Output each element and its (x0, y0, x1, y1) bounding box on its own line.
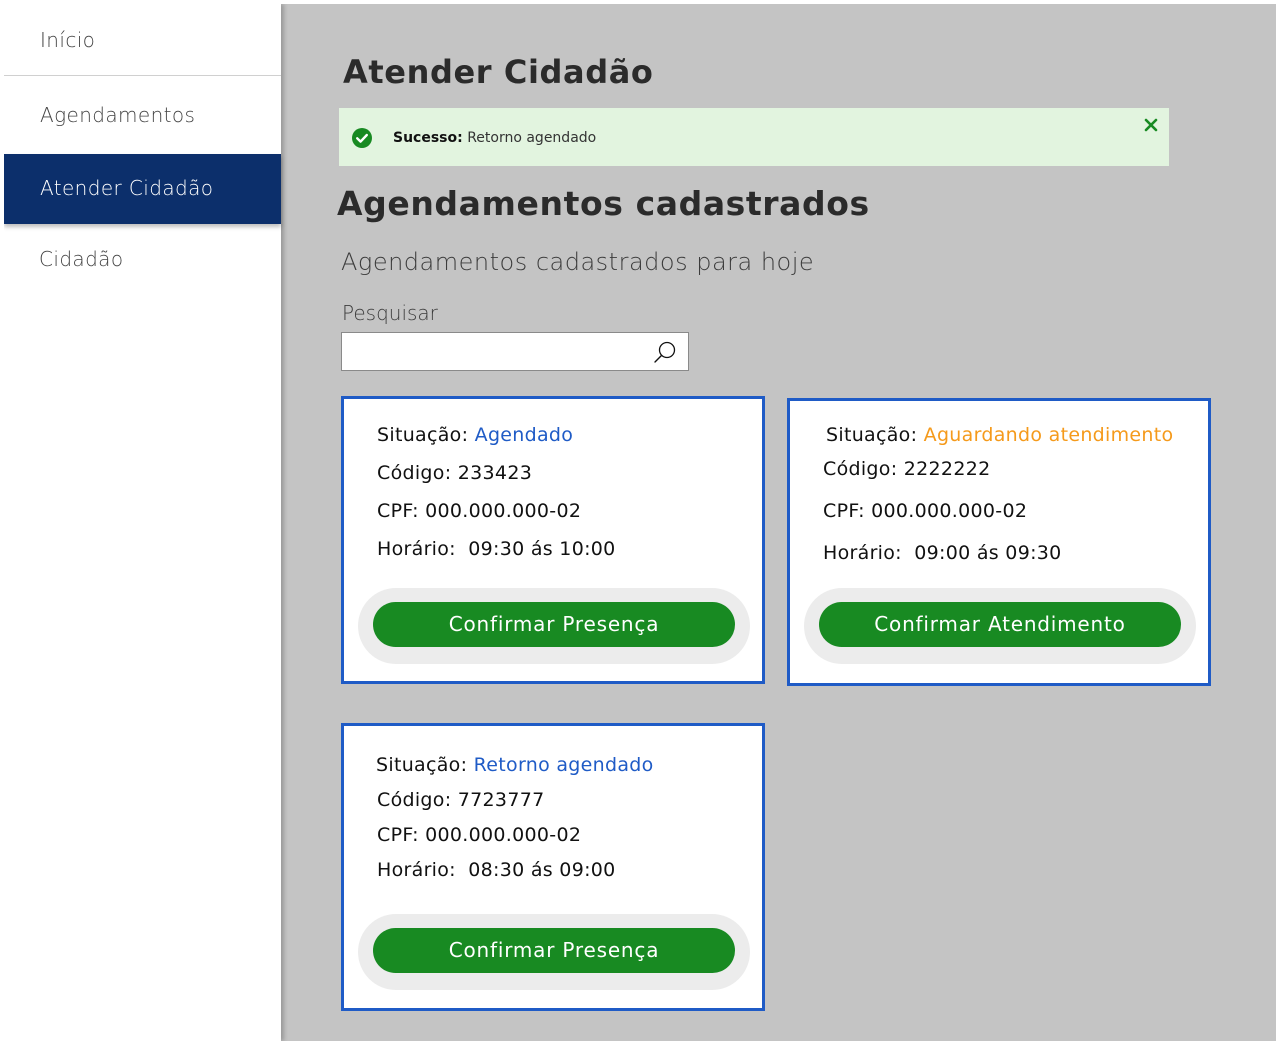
codigo-label: Código: (823, 458, 898, 480)
sidebar-item-inicio[interactable]: Início (4, 4, 281, 76)
situacao-label: Situação: (376, 754, 468, 776)
close-icon[interactable] (1143, 117, 1159, 133)
alert-message: Sucesso: Retorno agendado (393, 130, 596, 146)
app-frame: Início Agendamentos Atender Cidadão Cida… (4, 4, 1276, 1041)
codigo-label: Código: (377, 462, 452, 484)
cpf-value: 000.000.000-02 (871, 500, 1028, 522)
search-icon[interactable] (652, 339, 678, 365)
cpf-label: CPF: (377, 824, 419, 846)
codigo-row: Código: 233423 (377, 462, 532, 484)
horario-value: 09:30 ás 10:00 (468, 538, 616, 560)
codigo-value: 233423 (457, 462, 533, 484)
search-field (341, 332, 689, 371)
cpf-row: CPF: 000.000.000-02 (377, 500, 581, 522)
sidebar-item-label: Cidadão (39, 247, 124, 271)
horario-label: Horário: (377, 859, 456, 881)
check-circle-icon (352, 128, 372, 148)
horario-row: Horário: 09:00 ás 09:30 (823, 542, 1062, 564)
situacao-label: Situação: (377, 424, 469, 446)
codigo-value: 7723777 (457, 789, 545, 811)
cpf-label: CPF: (377, 500, 419, 522)
sidebar-item-label: Agendamentos (40, 103, 196, 127)
cpf-value: 000.000.000-02 (425, 500, 582, 522)
alert-message-text: Retorno agendado (467, 130, 597, 146)
status-value: Aguardando atendimento (923, 424, 1174, 446)
button-container: Confirmar Atendimento (804, 588, 1196, 664)
appointment-card: Situação: Agendado Código: 233423 CPF: 0… (341, 396, 765, 684)
cpf-row: CPF: 000.000.000-02 (823, 500, 1027, 522)
horario-row: Horário: 09:30 ás 10:00 (377, 538, 616, 560)
section-subtitle: Agendamentos cadastrados para hoje (341, 248, 815, 276)
sidebar-item-cidadao[interactable]: Cidadão (4, 226, 281, 292)
codigo-value: 2222222 (903, 458, 991, 480)
status-value: Agendado (474, 424, 574, 446)
sidebar: Início Agendamentos Atender Cidadão Cida… (4, 4, 281, 1041)
cpf-label: CPF: (823, 500, 865, 522)
sidebar-item-label: Atender Cidadão (40, 176, 214, 200)
situacao-row: Situação: Retorno agendado (376, 754, 654, 776)
horario-label: Horário: (823, 542, 902, 564)
cpf-value: 000.000.000-02 (425, 824, 582, 846)
confirm-attendance-button[interactable]: Confirmar Atendimento (819, 602, 1181, 647)
horario-row: Horário: 08:30 ás 09:00 (377, 859, 616, 881)
sidebar-item-atender-cidadao[interactable]: Atender Cidadão (4, 154, 281, 224)
situacao-label: Situação: (826, 424, 918, 446)
horario-value: 09:00 ás 09:30 (914, 542, 1062, 564)
section-title: Agendamentos cadastrados (337, 184, 870, 223)
codigo-row: Código: 2222222 (823, 458, 990, 480)
cpf-row: CPF: 000.000.000-02 (377, 824, 581, 846)
situacao-row: Situação: Agendado (377, 424, 573, 446)
search-input[interactable] (346, 337, 650, 366)
alert-type-label: Sucesso: (393, 130, 463, 146)
search-label: Pesquisar (342, 301, 438, 325)
success-alert: Sucesso: Retorno agendado (339, 108, 1169, 166)
confirm-presence-button[interactable]: Confirmar Presença (373, 928, 735, 973)
horario-label: Horário: (377, 538, 456, 560)
appointment-card: Situação: Retorno agendado Código: 77237… (341, 723, 765, 1011)
status-value: Retorno agendado (473, 754, 654, 776)
appointment-card: Situação: Aguardando atendimento Código:… (787, 398, 1211, 686)
sidebar-item-agendamentos[interactable]: Agendamentos (4, 77, 281, 153)
codigo-label: Código: (377, 789, 452, 811)
confirm-presence-button[interactable]: Confirmar Presença (373, 602, 735, 647)
page-title: Atender Cidadão (343, 53, 654, 91)
button-container: Confirmar Presença (358, 588, 750, 664)
situacao-row: Situação: Aguardando atendimento (826, 424, 1173, 446)
horario-value: 08:30 ás 09:00 (468, 859, 616, 881)
codigo-row: Código: 7723777 (377, 789, 544, 811)
button-container: Confirmar Presença (358, 914, 750, 990)
sidebar-item-label: Início (40, 28, 96, 52)
